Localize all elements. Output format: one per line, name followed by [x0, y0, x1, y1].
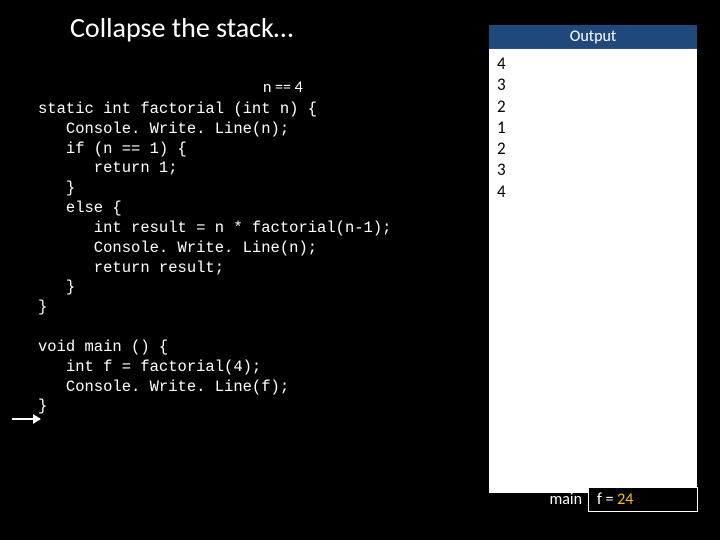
output-header: Output: [489, 25, 697, 49]
output-line: 4: [497, 53, 689, 74]
annotation-n-value: n == 4: [263, 78, 303, 97]
output-line: 1: [497, 117, 689, 138]
slide: Collapse the stack… n == 4 static int fa…: [0, 0, 720, 540]
stack-frame-main: f = 24: [588, 487, 698, 512]
code-block: static int factorial (int n) { Console. …: [38, 100, 391, 417]
output-line: 3: [497, 159, 689, 180]
output-line: 2: [497, 138, 689, 159]
stack-area: main f = 24: [549, 487, 698, 512]
stack-label-main: main: [549, 490, 582, 509]
slide-title: Collapse the stack…: [70, 10, 293, 45]
output-line: 3: [497, 74, 689, 95]
output-line: 4: [497, 181, 689, 202]
execution-arrow-icon: [12, 418, 40, 420]
output-line: 2: [497, 96, 689, 117]
stack-frame-value: 24: [617, 490, 633, 509]
stack-frame-prefix: f =: [597, 490, 617, 509]
output-panel: Output 4 3 2 1 2 3 4: [488, 24, 698, 494]
output-body: 4 3 2 1 2 3 4: [489, 49, 697, 206]
